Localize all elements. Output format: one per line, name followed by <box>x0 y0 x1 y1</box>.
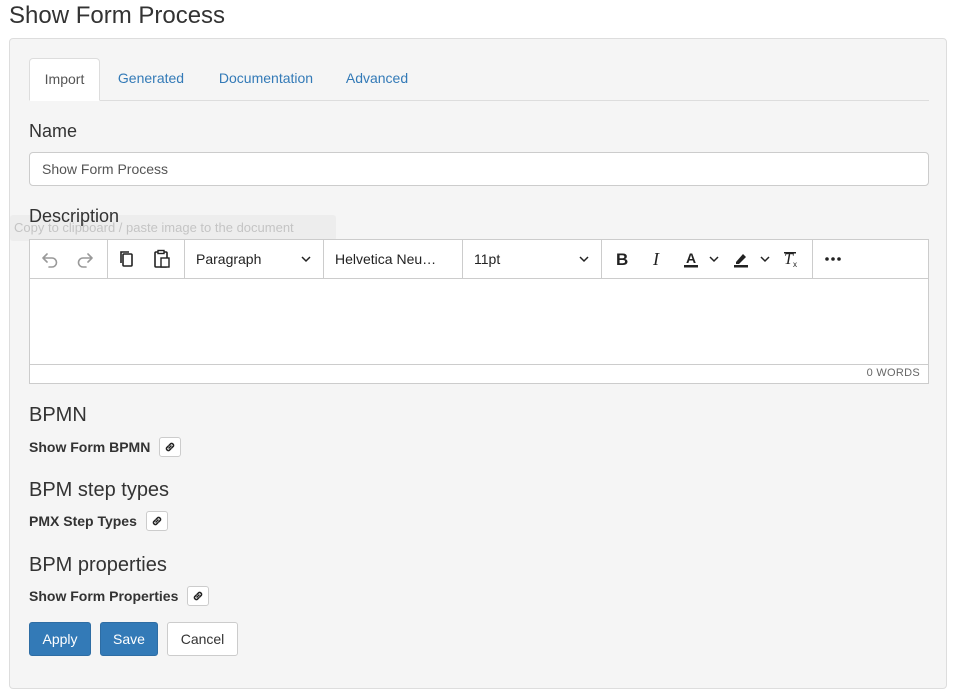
word-count: 0 WORDS <box>866 367 920 379</box>
chevron-down-icon <box>301 256 311 263</box>
bpmn-heading: BPMN <box>29 404 87 426</box>
tab-import[interactable]: Import <box>29 58 100 101</box>
redo-icon[interactable] <box>71 245 99 273</box>
undo-icon[interactable] <box>36 245 64 273</box>
properties-link-row: Show Form Properties <box>29 586 210 606</box>
tab-documentation[interactable]: Documentation <box>207 58 325 100</box>
font-family-value: Helvetica Neu… <box>335 251 437 267</box>
link-icon <box>152 516 162 526</box>
properties-heading: BPM properties <box>29 554 167 576</box>
history-group <box>30 240 108 278</box>
clear-formatting-icon[interactable]: Tx <box>777 245 805 273</box>
editor-toolbar: Paragraph Helvetica Neu… 11pt B I A T x <box>30 240 928 279</box>
description-edit-area[interactable] <box>30 279 928 365</box>
link-icon <box>194 591 203 601</box>
name-label: Name <box>29 121 78 141</box>
italic-icon[interactable]: I <box>642 245 670 273</box>
page-title: Show Form Process <box>9 2 226 29</box>
name-input[interactable]: Show Form Process <box>29 152 929 186</box>
save-button[interactable]: Save <box>100 622 158 656</box>
paste-icon[interactable] <box>148 245 176 273</box>
apply-button[interactable]: Apply <box>29 622 91 656</box>
text-color-icon[interactable]: A <box>677 245 705 273</box>
description-editor: Paragraph Helvetica Neu… 11pt B I A T x … <box>29 239 929 384</box>
link-button[interactable] <box>159 437 182 457</box>
svg-text:B: B <box>616 250 628 269</box>
link-button[interactable] <box>145 511 168 531</box>
step-types-link-row: PMX Step Types <box>29 511 168 531</box>
highlight-color-icon[interactable] <box>727 245 755 273</box>
properties-link-label: Show Form Properties <box>29 588 179 604</box>
svg-text:I: I <box>652 249 660 269</box>
formatting-group: B I A Tx <box>601 240 813 278</box>
tab-advanced[interactable]: Advanced <box>335 58 419 100</box>
step-types-link-label: PMX Step Types <box>29 513 137 529</box>
tab-generated[interactable]: Generated <box>106 58 196 100</box>
bpmn-link-row: Show Form BPMN <box>29 437 182 457</box>
clipboard-group <box>107 240 185 278</box>
bold-icon[interactable]: B <box>607 245 635 273</box>
chevron-down-icon <box>579 256 589 263</box>
tab-bar: Import Generated Documentation Advanced <box>29 58 929 101</box>
more-icon[interactable] <box>819 245 847 273</box>
step-types-heading: BPM step types <box>29 479 170 501</box>
svg-text:x: x <box>793 260 797 269</box>
link-icon <box>166 442 175 452</box>
chevron-down-icon[interactable] <box>759 253 771 265</box>
svg-text:A: A <box>686 250 696 266</box>
description-label: Description <box>29 206 120 226</box>
bpmn-link-label: Show Form BPMN <box>29 439 151 455</box>
copy-icon[interactable] <box>113 245 141 273</box>
cancel-button[interactable]: Cancel <box>167 622 238 656</box>
form-panel: Import Generated Documentation Advanced … <box>9 38 947 689</box>
link-button[interactable] <box>187 586 210 606</box>
font-size-select[interactable]: 11pt <box>462 240 602 278</box>
font-family-select[interactable]: Helvetica Neu… <box>323 240 463 278</box>
editor-statusbar: 0 WORDS <box>30 364 928 383</box>
chevron-down-icon[interactable] <box>708 253 720 265</box>
block-format-select[interactable]: Paragraph <box>184 240 324 278</box>
